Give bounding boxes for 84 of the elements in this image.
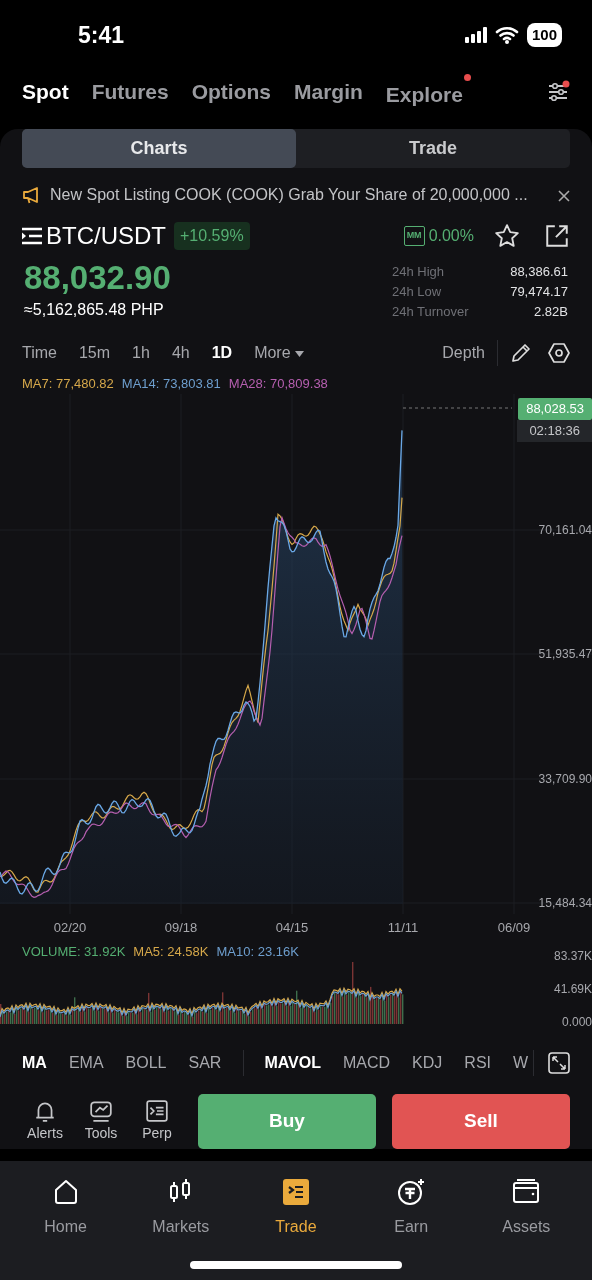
close-button[interactable] <box>558 187 570 203</box>
star-icon[interactable] <box>494 223 520 249</box>
action-button[interactable]: Perp <box>134 1099 180 1144</box>
ma-value: MA28: 70,809.38 <box>228 375 328 393</box>
date-axis-label: 09/18 <box>164 919 198 937</box>
interval-tab[interactable]: 1h <box>132 341 150 365</box>
indicator-tab[interactable]: RSI <box>464 1051 491 1075</box>
price-chart[interactable]: 70,161.04 51,935.47 33,709.90 15,484.34 88,028.53 02:18:36 <box>0 394 592 914</box>
indicator-tab[interactable]: W <box>513 1051 529 1075</box>
terminal-icon <box>145 1099 169 1123</box>
stat-label: 24h Turnover <box>392 303 470 321</box>
market-tab[interactable]: Margin <box>294 76 363 108</box>
status-time: 5:41 <box>78 20 125 50</box>
caret-icon <box>294 350 304 357</box>
stat-value: 2.82B <box>533 303 568 321</box>
indicator-tab[interactable]: BOLL <box>125 1051 167 1075</box>
stat-label: 24h High <box>392 263 446 281</box>
date-axis-label: 11/11 <box>387 919 419 937</box>
ma-value: MA14: 73,803.81 <box>121 375 221 393</box>
date-axis-label: 06/09 <box>497 919 531 937</box>
mm-icon: MM <box>403 226 425 246</box>
trade-icon <box>280 1177 311 1207</box>
price-axis-label: 15,484.34 <box>538 895 592 913</box>
announcement-text[interactable]: New Spot Listing COOK (COOK) Grab Your Share of 20,000,000 ... <box>50 183 550 207</box>
hexagon-settings-icon <box>548 342 570 364</box>
market-tab[interactable]: Spot <box>22 76 69 108</box>
list-icon <box>22 227 42 245</box>
indicator-tab[interactable]: MA <box>22 1051 47 1075</box>
indicator-tab[interactable]: MAVOL <box>264 1051 321 1075</box>
market-tab[interactable]: Explore <box>385 73 471 111</box>
nav-tab[interactable]: Markets <box>130 1177 231 1239</box>
date-axis-label: 04/15 <box>275 919 309 937</box>
stat-label: 24h Low <box>392 283 443 301</box>
market-tab[interactable]: Options <box>191 76 271 108</box>
close-icon <box>558 189 570 202</box>
interval-tab[interactable]: 4h <box>171 341 190 365</box>
stat-value: 88,386.61 <box>509 263 568 281</box>
indicator-tab[interactable]: SAR <box>188 1051 222 1075</box>
share-icon <box>544 223 570 249</box>
last-price-tag: 88,028.53 <box>518 398 592 420</box>
volume-axis-label: 83.37K <box>553 948 592 965</box>
pencil-icon <box>510 342 532 364</box>
interval-tab[interactable]: Time <box>22 341 57 365</box>
wifi-icon <box>494 26 519 44</box>
depth-tab[interactable]: Depth <box>442 341 485 365</box>
battery-indicator: 100 <box>526 22 562 48</box>
price-axis-label: 51,935.47 <box>538 646 592 664</box>
market-tab[interactable]: Futures <box>91 76 169 108</box>
ma-value: MA7: 77,480.82 <box>22 375 114 393</box>
signal-icon <box>464 27 487 43</box>
volume-value: MA10: 23.16K <box>216 943 299 961</box>
interval-tab[interactable]: 1D <box>211 341 233 365</box>
action-button[interactable]: Tools <box>78 1099 124 1144</box>
nav-tab[interactable]: Trade <box>245 1177 346 1239</box>
price-axis-label: 70,161.04 <box>538 522 592 539</box>
mm-rate: 0.00% <box>428 226 474 246</box>
view-tab[interactable]: Charts <box>22 129 296 168</box>
date-axis-label: 02/20 <box>53 919 87 937</box>
indicator-tab[interactable]: KDJ <box>412 1051 443 1075</box>
nav-tab[interactable]: Home <box>15 1177 116 1239</box>
nav-tab[interactable]: Assets <box>476 1177 577 1239</box>
nav-tab[interactable]: Earn <box>361 1177 462 1239</box>
volume-axis-label: 0.000 <box>561 1014 592 1031</box>
price-axis-label: 33,709.90 <box>538 770 592 788</box>
fiat-price: ≈5,162,865.48 PHP <box>24 299 165 320</box>
interval-tab[interactable]: 15m <box>78 341 111 365</box>
chart-icon <box>89 1099 113 1123</box>
indicator-tab[interactable]: EMA <box>68 1051 104 1075</box>
interval-tab[interactable]: More <box>254 341 304 365</box>
sell-button[interactable]: Sell <box>392 1094 570 1149</box>
pair-selector[interactable]: BTC/USDT <box>22 218 166 254</box>
coin-plus-icon <box>396 1177 427 1207</box>
volume-value: VOLUME: 31.92K <box>22 943 126 961</box>
pair-symbol: BTC/USDT <box>46 221 166 251</box>
stat-value: 79,474.17 <box>509 283 568 301</box>
change-badge: +10.59% <box>174 222 250 250</box>
view-tab[interactable]: Trade <box>296 129 570 168</box>
volume-value: MA5: 24.58K <box>133 943 209 961</box>
indicator-tab[interactable]: MACD <box>343 1051 391 1075</box>
volume-axis-label: 41.69K <box>553 981 592 998</box>
expand-icon <box>548 1052 570 1074</box>
countdown-tag: 02:18:36 <box>517 420 592 442</box>
action-button[interactable]: Alerts <box>22 1099 68 1144</box>
last-price: 88,032.90 <box>24 258 171 298</box>
